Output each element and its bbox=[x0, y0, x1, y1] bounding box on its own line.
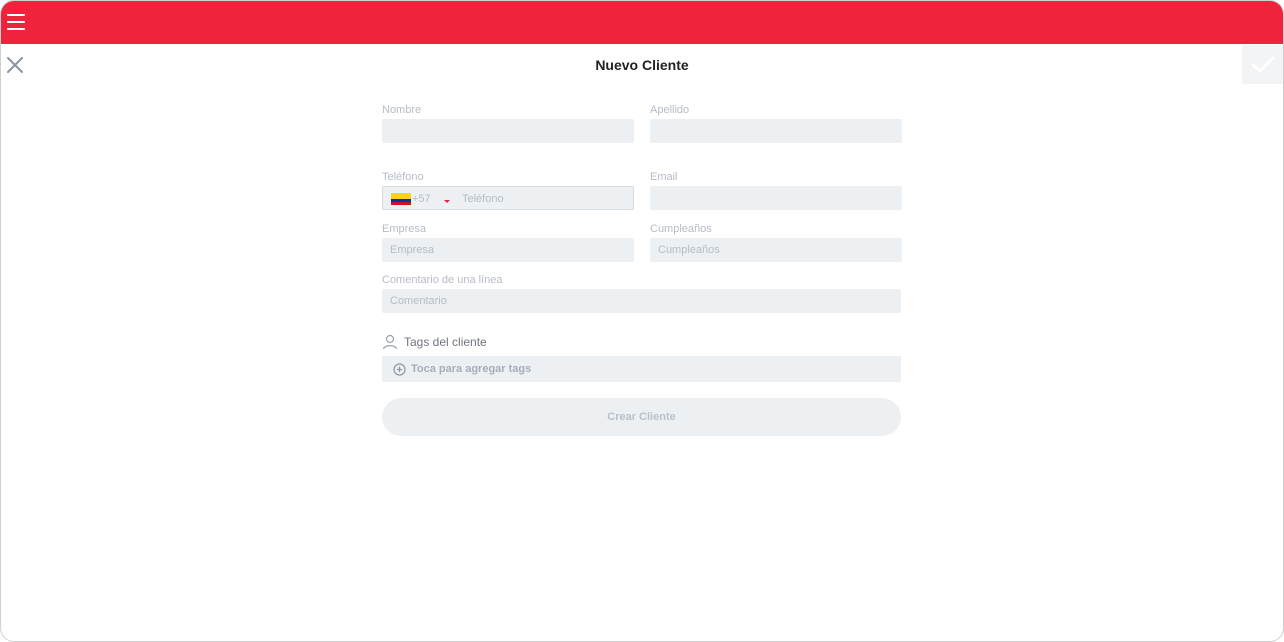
add-tags-button[interactable]: Toca para agregar tags bbox=[382, 356, 901, 382]
nombre-label: Nombre bbox=[382, 104, 422, 116]
chevron-down-icon[interactable] bbox=[444, 200, 450, 203]
page-title: Nuevo Cliente bbox=[595, 57, 689, 73]
add-tags-label: Toca para agregar tags bbox=[411, 363, 532, 375]
cumpleanos-label: Cumpleaños bbox=[650, 223, 712, 235]
comentario-label: Comentario de una línea bbox=[382, 274, 503, 286]
empresa-field[interactable]: Empresa bbox=[382, 238, 634, 262]
cumpleanos-field[interactable]: Cumpleaños bbox=[650, 238, 902, 262]
phone-field[interactable]: +57 Teléfono bbox=[382, 186, 634, 210]
tags-heading-label: Tags del cliente bbox=[404, 335, 487, 349]
nombre-field[interactable] bbox=[382, 119, 634, 143]
phone-input[interactable]: Teléfono bbox=[462, 187, 504, 211]
tags-heading: Tags del cliente bbox=[382, 334, 487, 350]
plus-circle-icon bbox=[393, 362, 406, 376]
comentario-field[interactable]: Comentario bbox=[382, 289, 901, 313]
colombia-flag-icon[interactable] bbox=[391, 193, 411, 205]
empresa-label: Empresa bbox=[382, 223, 427, 235]
hamburger-icon[interactable] bbox=[7, 14, 25, 30]
email-label: Email bbox=[650, 171, 678, 183]
email-field[interactable] bbox=[650, 186, 902, 210]
apellido-label: Apellido bbox=[650, 104, 690, 116]
app-window: Nuevo Cliente Nombre Apellido Teléfono +… bbox=[0, 0, 1284, 642]
telefono-label: Teléfono bbox=[382, 171, 424, 183]
country-code[interactable]: +57 bbox=[412, 187, 431, 211]
create-client-button[interactable]: Crear Cliente bbox=[382, 398, 901, 436]
top-bar bbox=[1, 1, 1283, 44]
apellido-field[interactable] bbox=[650, 119, 902, 143]
user-icon bbox=[382, 334, 398, 350]
